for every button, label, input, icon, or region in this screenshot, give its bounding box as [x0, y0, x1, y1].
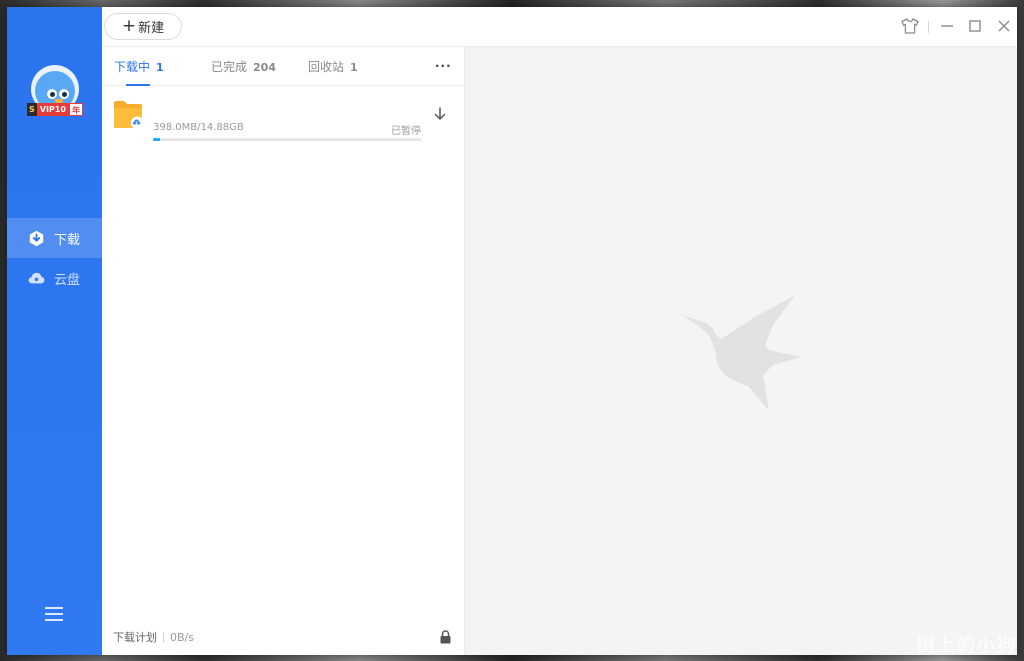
vip-badge-label: VIP10	[36, 103, 69, 116]
hamburger-menu-icon[interactable]	[45, 607, 63, 621]
detail-panel	[465, 47, 1017, 655]
hummingbird-logo-icon	[677, 295, 801, 413]
download-tabs: 下载中 1 已完成 204 回收站 1 ···	[102, 47, 465, 86]
more-options-button[interactable]: ···	[435, 59, 452, 73]
status-footer: 下载计划 0B/s	[102, 619, 465, 655]
toolbar: + 新建	[102, 7, 1017, 47]
cloud-folder-icon	[113, 100, 144, 130]
cloud-icon	[28, 270, 45, 287]
tab-label: 已完成	[211, 60, 248, 74]
footer-divider	[163, 631, 164, 643]
task-row[interactable]: 398.0MB/14.88GB 已暂停	[102, 86, 465, 150]
download-icon	[28, 230, 45, 247]
close-icon[interactable]	[995, 17, 1013, 35]
vip-badge-suffix: 年	[68, 103, 83, 116]
tshirt-icon[interactable]	[901, 17, 919, 35]
sidebar-item-label: 云盘	[54, 272, 81, 288]
tab-count: 1	[350, 61, 358, 74]
new-download-label: 新建	[138, 21, 165, 36]
tab-label: 下载中	[114, 60, 151, 74]
task-status: 已暂停	[391, 126, 421, 137]
task-progress-bar	[153, 138, 421, 141]
download-speed: 0B/s	[170, 630, 194, 644]
sidebar-item-download[interactable]: 下载	[7, 218, 102, 258]
tab-recycle-bin[interactable]: 回收站 1	[308, 58, 358, 86]
tab-downloading[interactable]: 下载中 1	[114, 58, 164, 86]
download-plan-link[interactable]: 下载计划	[113, 629, 157, 645]
maximize-icon[interactable]	[966, 17, 984, 35]
toolbar-divider	[928, 21, 929, 33]
tab-count: 1	[156, 61, 164, 74]
tab-completed[interactable]: 已完成 204	[211, 58, 276, 86]
app-window: S VIP10 年 下载 云盘 + 新建 下载中 1 已完成 204 回收站 1…	[7, 7, 1017, 655]
download-list-panel: 下载中 1 已完成 204 回收站 1 ··· 398.0MB/14.88GB	[102, 47, 465, 655]
new-download-button[interactable]: + 新建	[104, 13, 182, 40]
tab-count: 204	[253, 61, 276, 74]
vip-badge[interactable]: S VIP10 年	[27, 103, 83, 116]
tab-label: 回收站	[308, 60, 345, 74]
lock-icon[interactable]	[439, 630, 452, 644]
task-progress-fill	[153, 138, 160, 141]
vip-badge-prefix: S	[27, 103, 37, 116]
task-size: 398.0MB/14.88GB	[153, 122, 244, 133]
plus-icon: +	[121, 16, 137, 36]
watermark: 树上的小狗	[915, 634, 1016, 656]
arrow-down-icon[interactable]	[433, 106, 447, 120]
sidebar: S VIP10 年 下载 云盘	[7, 7, 102, 655]
sidebar-item-label: 下载	[54, 232, 81, 248]
minimize-icon[interactable]	[938, 17, 956, 35]
sidebar-item-cloud[interactable]: 云盘	[7, 258, 102, 298]
